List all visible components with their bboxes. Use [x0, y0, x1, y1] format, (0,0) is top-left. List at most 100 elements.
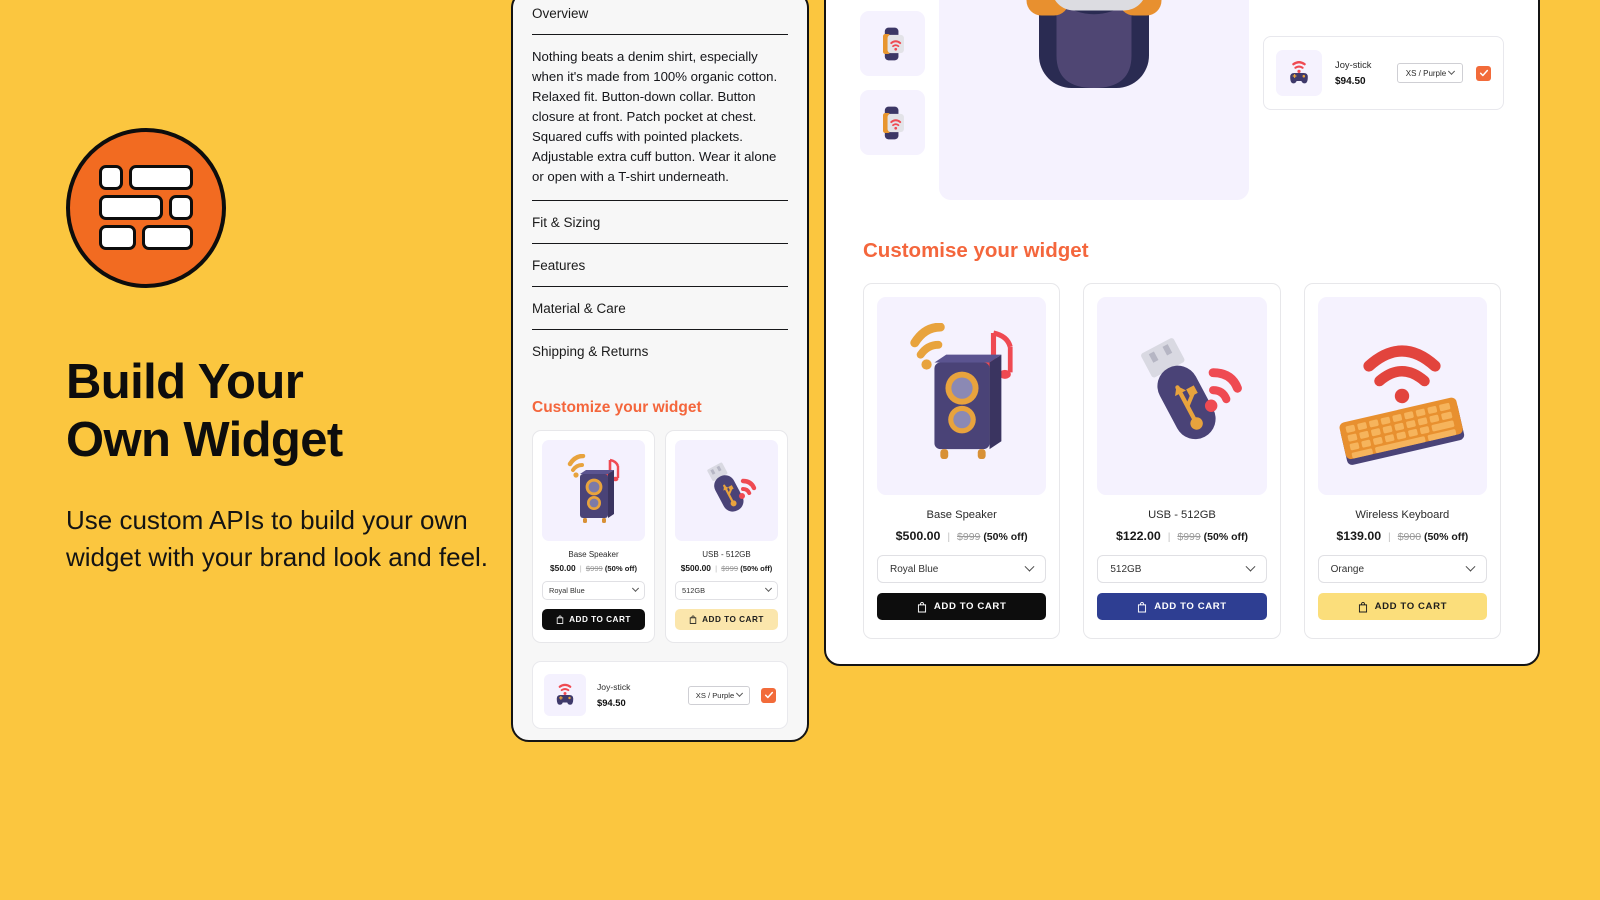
accordion-item-overview[interactable]: Overview [532, 0, 788, 35]
variant-select[interactable]: Orange [1317, 555, 1487, 583]
product-price: $500.00 [680, 563, 711, 574]
checkmark-icon [1479, 69, 1488, 77]
shopping-bag-icon [689, 615, 697, 625]
variant-select[interactable]: 512GB [1097, 555, 1267, 583]
shopping-bag-icon [556, 615, 564, 625]
product-discount: (50% off) [983, 531, 1028, 543]
joystick-icon [556, 684, 574, 706]
usb-drive-icon [706, 462, 756, 512]
product-old-price: $900 [1397, 531, 1422, 543]
variant-select-value: Royal Blue [549, 586, 585, 596]
product-discount: (50% off) [1203, 531, 1248, 543]
desktop-preview-panel: A wardrobe essential designed to defy fl… [824, 0, 1540, 666]
product-price-row: $50.00 | $999 (50% off) [550, 563, 637, 574]
chevron-down-icon [1245, 561, 1256, 572]
brand-logo [66, 128, 226, 288]
add-to-cart-button[interactable]: ADD TO CART [675, 609, 778, 631]
product-thumbnail[interactable] [860, 90, 925, 155]
add-to-cart-label: ADD TO CART [569, 615, 631, 625]
accordion-item-shipping-returns[interactable]: Shipping & Returns [532, 330, 788, 372]
speaker-icon [567, 453, 619, 523]
cart-item-price: $94.50 [1335, 76, 1366, 88]
add-to-cart-label: ADD TO CART [933, 601, 1007, 612]
variant-select[interactable]: 512GB [675, 581, 778, 601]
shopping-bag-icon [1358, 601, 1367, 612]
add-to-cart-button[interactable]: ADD TO CART [1097, 593, 1267, 620]
accordion-label: Features [532, 258, 586, 274]
smartwatch-icon [882, 27, 904, 60]
cart-line-item: Joy-stick $94.50 XS / Purple [1263, 36, 1504, 111]
speaker-icon [909, 323, 1013, 459]
accordion-item-fit-sizing[interactable]: Fit & Sizing [532, 201, 788, 245]
accordion-item-material-care[interactable]: Material & Care [532, 287, 788, 331]
cart-item-variant-select[interactable]: XS / Purple [688, 685, 750, 705]
product-card[interactable]: Base Speaker $500.00 | $999 (50% off) Ro… [863, 283, 1061, 639]
product-price-row: $500.00 | $999 (50% off) [680, 563, 773, 574]
product-image [1317, 297, 1487, 495]
chevron-down-icon [1465, 561, 1476, 572]
smartwatch-hero-icon [1026, 0, 1162, 88]
cart-item-image [1276, 50, 1322, 97]
usb-drive-icon [1141, 338, 1242, 440]
product-discount: (50% off) [604, 564, 637, 574]
product-price-row: $139.00 | $900 (50% off) [1336, 529, 1469, 543]
page-root: Build Your Own Widget Use custom APIs to… [0, 0, 1600, 900]
variant-select[interactable]: Royal Blue [542, 581, 645, 601]
add-to-cart-label: ADD TO CART [1154, 601, 1227, 612]
product-price-row: $122.00 | $999 (50% off) [1115, 529, 1248, 543]
promo-title-line-1: Build Your [66, 355, 304, 409]
desktop-section-title: Customise your widget [863, 239, 1089, 262]
promo-section: Build Your Own Widget Use custom APIs to… [66, 128, 496, 575]
add-to-cart-button[interactable]: ADD TO CART [1317, 593, 1487, 620]
product-old-price: $999 [957, 531, 981, 543]
product-name: Base Speaker [568, 550, 619, 560]
cart-item-checkbox[interactable] [1476, 65, 1491, 81]
cart-line-item: Joy-stick $94.50 XS / Purple [532, 661, 788, 730]
product-card[interactable]: Base Speaker $50.00 | $999 (50% off) Roy… [532, 430, 655, 644]
product-image [1097, 297, 1267, 495]
product-thumbnail[interactable] [860, 11, 925, 76]
thumbnail-gallery [860, 0, 925, 200]
product-price-row: $500.00 | $999 (50% off) [895, 529, 1028, 543]
cart-item-name: Joy-stick [1335, 59, 1372, 71]
cart-item-checkbox[interactable] [761, 687, 776, 703]
smartwatch-icon [882, 106, 904, 139]
chevron-down-icon [736, 689, 744, 697]
product-discount: (50% off) [740, 564, 773, 574]
product-image [877, 297, 1047, 495]
accordion-label: Material & Care [532, 301, 626, 317]
product-card[interactable]: USB - 512GB $500.00 | $999 (50% off) 512… [665, 430, 788, 644]
cart-item-image [544, 674, 586, 717]
cart-item-variant-select[interactable]: XS / Purple [1397, 63, 1463, 84]
product-image [542, 440, 645, 542]
accordion-item-features[interactable]: Features [532, 244, 788, 288]
chevron-down-icon [1448, 67, 1456, 75]
shopping-bag-icon [1138, 601, 1147, 612]
variant-select-value: 512GB [682, 586, 706, 596]
product-price: $500.00 [895, 529, 941, 543]
product-card[interactable]: Wireless Keyboard $139.00 | $900 (50% of… [1303, 283, 1501, 639]
variant-select[interactable]: Royal Blue [877, 555, 1047, 583]
add-to-cart-button[interactable]: ADD TO CART [542, 609, 645, 631]
promo-title-line-2: Own Widget [66, 412, 343, 467]
product-name: USB - 512GB [1148, 509, 1216, 521]
checkmark-icon [764, 692, 773, 699]
mobile-section-title: Customize your widget [532, 399, 702, 417]
product-old-price: $999 [721, 564, 739, 574]
product-card[interactable]: USB - 512GB $122.00 | $999 (50% off) 512… [1083, 283, 1281, 639]
accordion-label: Fit & Sizing [532, 215, 601, 231]
mobile-product-grid: Base Speaker $50.00 | $999 (50% off) Roy… [532, 430, 788, 644]
add-to-cart-button[interactable]: ADD TO CART [877, 593, 1047, 620]
product-old-price: $999 [1177, 531, 1201, 543]
desktop-product-grid: Base Speaker $500.00 | $999 (50% off) Ro… [826, 263, 1538, 639]
hero-product-image [939, 0, 1249, 200]
product-price: $50.00 [550, 563, 576, 574]
promo-title: Build Your Own Widget [66, 354, 496, 470]
add-to-cart-label: ADD TO CART [1374, 601, 1448, 612]
accordion-overview-body: Nothing beats a denim shirt, especially … [532, 35, 788, 202]
product-name: USB - 512GB [702, 550, 751, 560]
accordion-label: Shipping & Returns [532, 344, 649, 360]
joystick-icon [1290, 61, 1308, 84]
brick-wall-icon [99, 165, 193, 251]
wireless-keyboard-icon [1339, 345, 1465, 465]
